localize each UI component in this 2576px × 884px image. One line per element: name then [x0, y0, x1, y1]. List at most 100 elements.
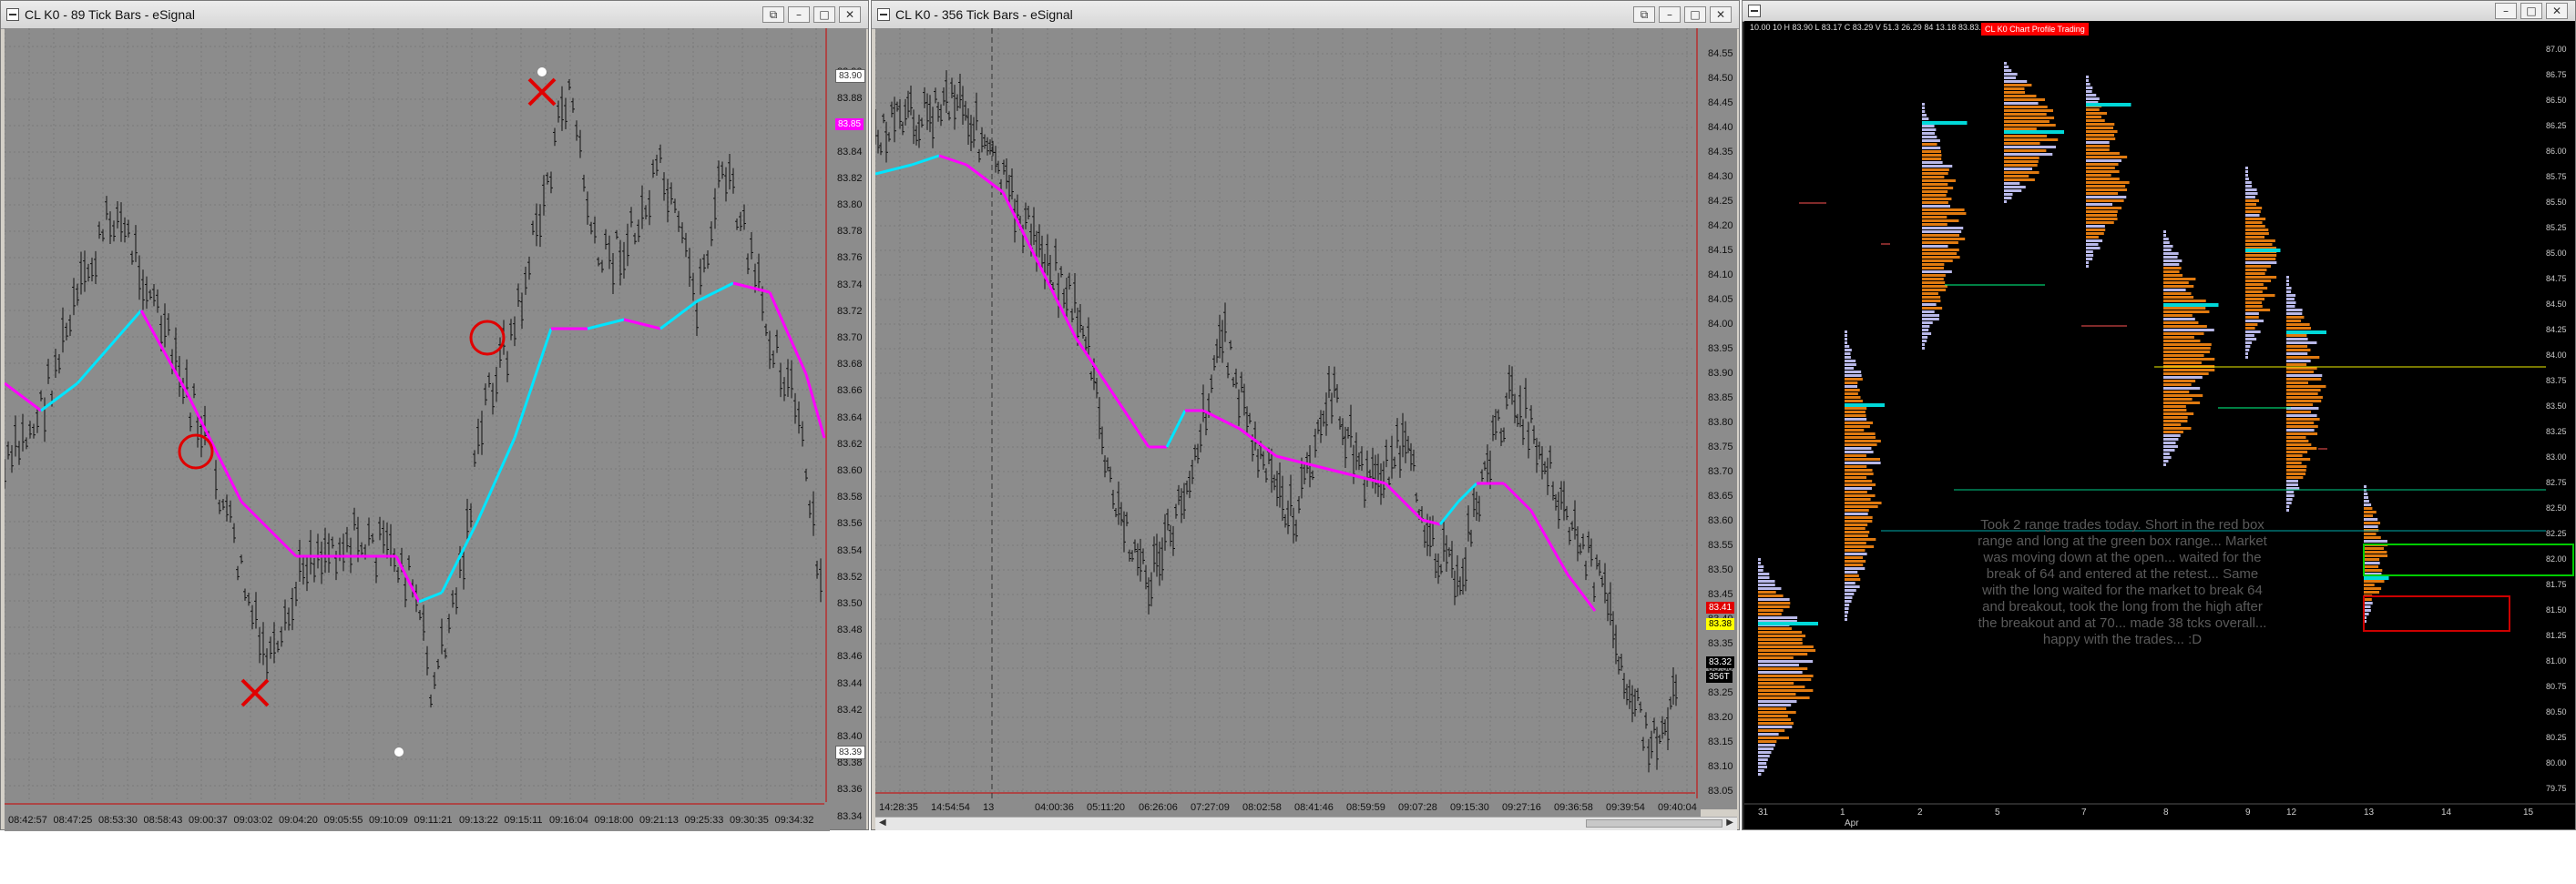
market-profile-chart[interactable]	[1744, 21, 2575, 829]
profile-1-row	[1845, 520, 1873, 523]
ma-up-segment	[659, 300, 698, 330]
close-button[interactable]: ✕	[2546, 3, 2568, 19]
profile-13-row	[2364, 587, 2382, 590]
profile-12-row	[2286, 400, 2322, 402]
profile-13-row	[2364, 554, 2388, 557]
price-label: 84.25	[2546, 325, 2567, 334]
price-label: 81.00	[2546, 656, 2567, 666]
profile-7-row	[2086, 83, 2090, 86]
profile-12-row	[2286, 381, 2308, 384]
left-price-chart[interactable]	[5, 28, 866, 829]
profile-7-row	[2086, 178, 2120, 180]
price-label: 82.00	[2546, 554, 2567, 564]
profile-31-row	[1758, 558, 1761, 561]
price-label: 84.00	[2546, 351, 2567, 360]
profile-12-row	[2286, 425, 2318, 428]
profile-8-poc	[2163, 303, 2219, 307]
minimize-button[interactable]: –	[2495, 3, 2517, 19]
right-chart-window[interactable]: – □ ✕ 10.00 10 H 83.90 L 83.17 C 83.29 V…	[1742, 0, 2576, 830]
left-plot-area[interactable]: 83.9083.8883.8683.8483.8283.8083.7883.76…	[5, 28, 866, 829]
profile-1-row	[1845, 381, 1858, 384]
maximize-button[interactable]: □	[813, 6, 835, 23]
right-window-titlebar[interactable]: – □ ✕	[1743, 1, 2575, 22]
profile-31-row	[1758, 700, 1797, 703]
middle-plot-area[interactable]: 84.55 84.50 84.45 84.40 84.35 84.30 84.25 84.20…	[875, 28, 1737, 809]
profile-12-row	[2286, 469, 2306, 472]
profile-31-row	[1758, 569, 1763, 572]
profile-8-row	[2163, 310, 2210, 313]
profile-5-row	[2004, 80, 2028, 83]
profile-5-row	[2004, 76, 2017, 79]
profile-9-row	[2245, 167, 2248, 169]
right-plot-area[interactable]: 10.00 10 H 83.90 L 83.17 C 83.29 V 51.3 …	[1744, 21, 2575, 829]
restore-button[interactable]: ⧉	[1633, 6, 1655, 23]
profile-2-row	[1922, 187, 1954, 189]
price-label: 86.00	[2546, 147, 2567, 156]
ma-down-segment	[938, 154, 967, 167]
price-label: 82.25	[2546, 529, 2567, 538]
profile-1-row	[1845, 545, 1875, 548]
profile-13-row	[2364, 551, 2387, 554]
scrollbar-thumb[interactable]	[1586, 819, 1722, 828]
profile-1-row	[1845, 360, 1856, 362]
maximize-button[interactable]: □	[1684, 6, 1706, 23]
profile-1-row	[1845, 607, 1849, 610]
profile-7-row	[2086, 123, 2115, 126]
price-label: 85.00	[2546, 249, 2567, 258]
profile-12-row	[2286, 443, 2312, 446]
profile-31-row	[1758, 649, 1816, 652]
profile-9-poc	[2245, 249, 2281, 252]
price-label: 83.88	[837, 93, 863, 105]
price-label: 83.65	[1708, 491, 1733, 502]
time-label: 05:11:20	[1087, 802, 1126, 813]
profile-7-row	[2086, 265, 2089, 268]
left-window-titlebar[interactable]: CL K0 - 89 Tick Bars - eSignal ⧉ – □ ✕	[1, 1, 868, 29]
price-label: 83.56	[837, 518, 863, 530]
profile-9-row	[2245, 327, 2255, 330]
profile-7-row	[2086, 90, 2092, 93]
left-chart-window[interactable]: CL K0 - 89 Tick Bars - eSignal ⧉ – □ ✕ 8…	[0, 0, 869, 831]
profile-31-row	[1758, 576, 1770, 579]
scroll-left-arrow-icon[interactable]: ◀	[879, 818, 886, 828]
profile-8-row	[2163, 354, 2204, 357]
profile-12-row	[2286, 436, 2306, 439]
price-label: 86.75	[2546, 70, 2567, 79]
high-marker	[537, 67, 547, 76]
profile-1-row	[1845, 542, 1866, 544]
entry-circle-marker	[469, 320, 506, 356]
minimize-button[interactable]: –	[788, 6, 810, 23]
middle-window-titlebar[interactable]: CL K0 - 356 Tick Bars - eSignal ⧉ – □ ✕	[872, 1, 1739, 29]
minimize-button[interactable]: –	[1659, 6, 1681, 23]
profile-7-row	[2086, 108, 2100, 111]
profile-2-row	[1922, 267, 1944, 269]
price-label: 83.85	[1708, 392, 1733, 403]
profile-13-row	[2364, 580, 2385, 583]
time-label: 04:00:36	[1035, 802, 1074, 813]
middle-chart-window[interactable]: CL K0 - 356 Tick Bars - eSignal ⧉ – □ ✕ …	[871, 0, 1740, 830]
profile-31-row	[1758, 562, 1762, 564]
profile-7-row	[2086, 181, 2130, 184]
price-label: 80.50	[2546, 707, 2567, 716]
maximize-button[interactable]: □	[2520, 3, 2542, 19]
middle-horizontal-scrollbar[interactable]: ◀ ▶	[875, 817, 1737, 830]
profile-31-row	[1758, 704, 1792, 706]
profile-12-row	[2286, 294, 2296, 297]
restore-button[interactable]: ⧉	[762, 6, 784, 23]
close-button[interactable]: ✕	[1710, 6, 1732, 23]
profile-31-row	[1758, 755, 1770, 757]
profile-7-row	[2086, 112, 2108, 115]
middle-time-axis: 14:28:35 14:54:54 13 04:00:36 05:11:20 06:26:…	[875, 798, 1701, 818]
price-tag-high: 83.90	[835, 69, 866, 83]
close-button[interactable]: ✕	[839, 6, 861, 23]
profile-8-row	[2163, 358, 2215, 361]
profile-9-row	[2245, 210, 2261, 213]
profile-1-row	[1845, 589, 1856, 592]
profile-31-row	[1758, 744, 1775, 747]
profile-31-row	[1758, 773, 1762, 776]
profile-2-row	[1922, 325, 1930, 328]
profile-12-row	[2286, 374, 2323, 377]
scroll-right-arrow-icon[interactable]: ▶	[1726, 818, 1733, 828]
profile-8-row	[2163, 409, 2187, 412]
time-label: 09:18:00	[594, 815, 634, 826]
middle-price-chart[interactable]	[875, 28, 1737, 809]
